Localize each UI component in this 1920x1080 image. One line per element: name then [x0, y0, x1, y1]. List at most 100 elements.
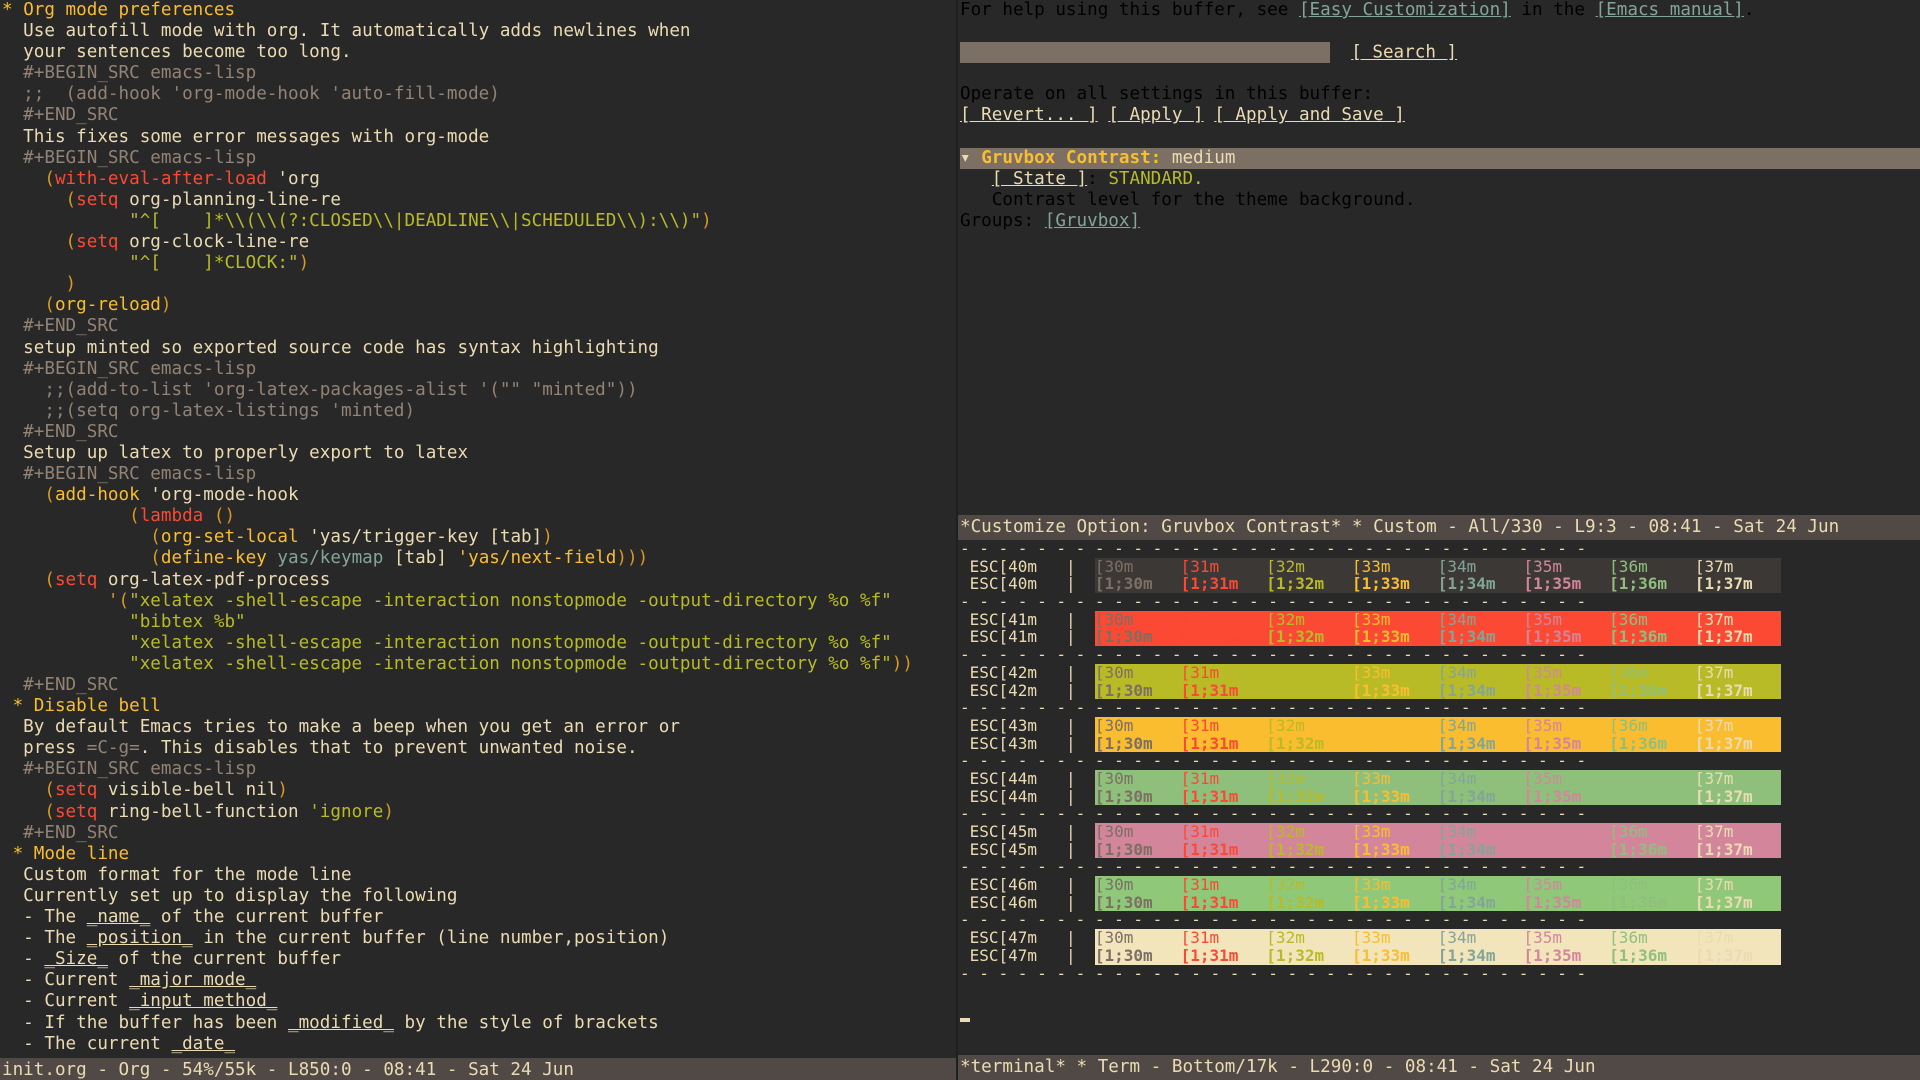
org-line: Use autofill mode with org. It automatic… — [0, 21, 956, 42]
separator-dashes: - - - - - - - - - - - - - - - - - - - - … — [960, 910, 1587, 930]
org-text-span: setq — [54, 780, 98, 801]
color-cell: [1;37m — [1694, 945, 1753, 965]
color-cell: [1;35m — [1523, 680, 1582, 700]
opt-gap — [971, 148, 982, 168]
search-spacer — [1330, 43, 1351, 63]
org-text-span: - Current — [2, 991, 130, 1012]
color-cell: [31m — [1180, 662, 1220, 682]
org-text-span: ( — [2, 295, 55, 316]
option-doc-text: Contrast level for the theme background. — [991, 189, 1416, 210]
org-buffer-content[interactable]: * Org mode preferences Use autofill mode… — [0, 0, 956, 1058]
color-cell: [1;33m — [1352, 786, 1410, 806]
apply-button[interactable]: [ Apply ] — [1108, 105, 1203, 125]
spacer-row-2 — [960, 63, 1920, 84]
color-table-line: ESC[41m | [1;30m [1;31m [1;32m [1;33m [1;34m… — [960, 627, 1920, 647]
disclosure-triangle-icon[interactable]: ▾ — [960, 148, 971, 168]
color-table-row: ESC[46m | [30m [31m [32m [33m [34m [35m [36m [3… — [960, 876, 1920, 912]
color-table-line: ESC[47m | [1;30m [1;31m [1;32m [1;33m [1;34m… — [960, 945, 1920, 965]
customize-help-line: For help using this buffer, see [Easy Cu… — [960, 0, 1920, 21]
color-cell: [1;35m — [1523, 839, 1582, 859]
color-cell: [1;34m — [1437, 627, 1496, 647]
org-text-span: ( — [2, 506, 140, 527]
esc-bg-label: ESC[40m | — [960, 574, 1095, 594]
org-text-span: Mode line — [33, 843, 130, 864]
org-text-span: ) — [160, 295, 172, 316]
org-line: #+END_SRC — [0, 422, 956, 443]
color-cell: [36m — [1609, 928, 1648, 948]
org-text-span: #+END_SRC — [2, 421, 119, 442]
terminal-buffer-content[interactable]: - - - - - - - - - - - - - - - - - - - - … — [958, 540, 1920, 1055]
org-text-span: by the style of brackets — [393, 1012, 659, 1033]
apply-and-save-button[interactable]: [ Apply and Save ] — [1214, 105, 1405, 125]
org-text-span: "xelatex -shell-escape -interaction nons… — [129, 590, 892, 611]
color-swatch-band: [1;30m [1;31m [1;32m [1;33m [1;34m [1;35m [1;3… — [1094, 945, 1781, 965]
color-swatch-band: [1;30m [1;31m [1;32m [1;33m [1;34m [1;35m [1;3… — [1094, 786, 1781, 806]
emacs-frame: * Org mode preferences Use autofill mode… — [0, 0, 1920, 1080]
color-cell: [1;30m — [1094, 786, 1153, 806]
color-cell: [1;37m — [1694, 733, 1753, 753]
org-text-span: _Size_ — [44, 949, 108, 970]
org-text-span: "xelatex -shell-escape -interaction nons… — [129, 653, 892, 674]
org-line: - Current _major mode_ — [0, 970, 956, 991]
org-text-span — [2, 654, 129, 674]
org-text-span: setup minted so exported source code has… — [2, 337, 659, 358]
org-line: (setq org-latex-pdf-process — [0, 570, 956, 591]
color-table-line: ESC[47m | [30m [31m [32m [33m [34m [35m [36m [3… — [960, 929, 1920, 947]
org-text-span: _date_ — [171, 1033, 236, 1054]
color-cell: [1;34m — [1437, 733, 1496, 753]
org-text-span: nil — [245, 780, 278, 801]
org-line: #+END_SRC — [0, 105, 956, 126]
org-line: (add-hook 'org-mode-hook — [0, 485, 956, 506]
org-line: (setq visible-bell nil) — [0, 780, 956, 801]
org-line: #+BEGIN_SRC emacs-lisp — [0, 464, 956, 485]
color-table-separator: - - - - - - - - - - - - - - - - - - - - … — [960, 805, 1920, 823]
color-cell: [1;37m — [1694, 786, 1753, 806]
color-cell: [1;30m — [1094, 945, 1153, 965]
easy-customization-link[interactable]: [Easy Customization] — [1299, 0, 1511, 20]
revert-button[interactable]: [ Revert... ] — [960, 105, 1098, 125]
color-table-line: ESC[41m | [30m [31m [32m [33m [34m [35m [36m [3… — [960, 610, 1920, 629]
state-sep: : — [1087, 168, 1109, 189]
org-text-span: visible-bell — [97, 780, 246, 801]
esc-bg-label: ESC[40m | — [960, 556, 1095, 576]
org-line: Currently set up to display the followin… — [0, 886, 956, 907]
org-text-span: ) — [383, 801, 394, 822]
option-highlight-row[interactable]: ▾ Gruvbox Contrast: medium — [960, 147, 1920, 169]
color-cell: [1;32m — [1266, 733, 1325, 753]
org-line: Custom format for the mode line — [0, 865, 956, 886]
color-swatch-band: [30m [31m [32m [33m [34m [35m [36m [37m — [1094, 928, 1781, 948]
color-table-separator: - - - - - - - - - - - - - - - - - - - - … — [960, 646, 1920, 664]
org-text-span: ) — [2, 274, 77, 295]
color-table-separator: - - - - - - - - - - - - - - - - - - - - … — [960, 699, 1920, 717]
gruvbox-group-link[interactable]: [Gruvbox] — [1045, 211, 1140, 231]
org-line: setup minted so exported source code has… — [0, 338, 956, 359]
customize-buffer-content[interactable]: For help using this buffer, see [Easy Cu… — [958, 0, 1920, 515]
color-table-row: ESC[41m | [30m [31m [32m [33m [34m [35m [36m [3… — [960, 610, 1920, 647]
color-swatch-band: [1;30m [1;31m [1;32m [1;33m [1;34m [1;35m [1;3… — [1094, 680, 1781, 700]
emacs-manual-link[interactable]: [Emacs manual] — [1596, 0, 1744, 20]
org-text-span: This fixes some error messages with org-… — [2, 126, 490, 147]
org-line: - The _position_ in the current buffer (… — [0, 928, 956, 949]
org-text-span: org-set-local — [160, 527, 299, 548]
esc-bg-label: ESC[47m | — [960, 928, 1095, 948]
org-text-span: ( — [2, 168, 55, 189]
color-cell: [1;36m — [1609, 574, 1667, 594]
org-text-span: =C-g= — [86, 738, 140, 759]
search-input[interactable] — [960, 42, 1330, 64]
org-text-span — [2, 211, 129, 231]
search-button[interactable]: [ Search ] — [1351, 43, 1457, 63]
color-cell: [1;31m — [1180, 786, 1239, 806]
color-table-row: ESC[40m | [30m [31m [32m [33m [34m [35m [36m [3… — [960, 556, 1920, 594]
org-text-span: ( — [2, 548, 161, 569]
org-text-span: ring-bell-function — [97, 801, 310, 822]
color-cell: [1;32m — [1266, 892, 1325, 912]
org-text-span: yas/keymap — [277, 548, 384, 569]
separator-dashes: - - - - - - - - - - - - - - - - - - - - … — [960, 963, 1587, 983]
color-cell: [32m — [1266, 822, 1305, 841]
esc-bg-label: ESC[47m | — [960, 945, 1095, 965]
option-value[interactable]: medium — [1171, 147, 1236, 168]
left-modeline: init.org - Org - 54%/55k - L850:0 - 08:4… — [0, 1058, 956, 1080]
color-cell: [32m — [1266, 768, 1305, 788]
org-text-span: _name_ — [86, 907, 151, 928]
state-button[interactable]: [ State ] — [992, 169, 1087, 189]
